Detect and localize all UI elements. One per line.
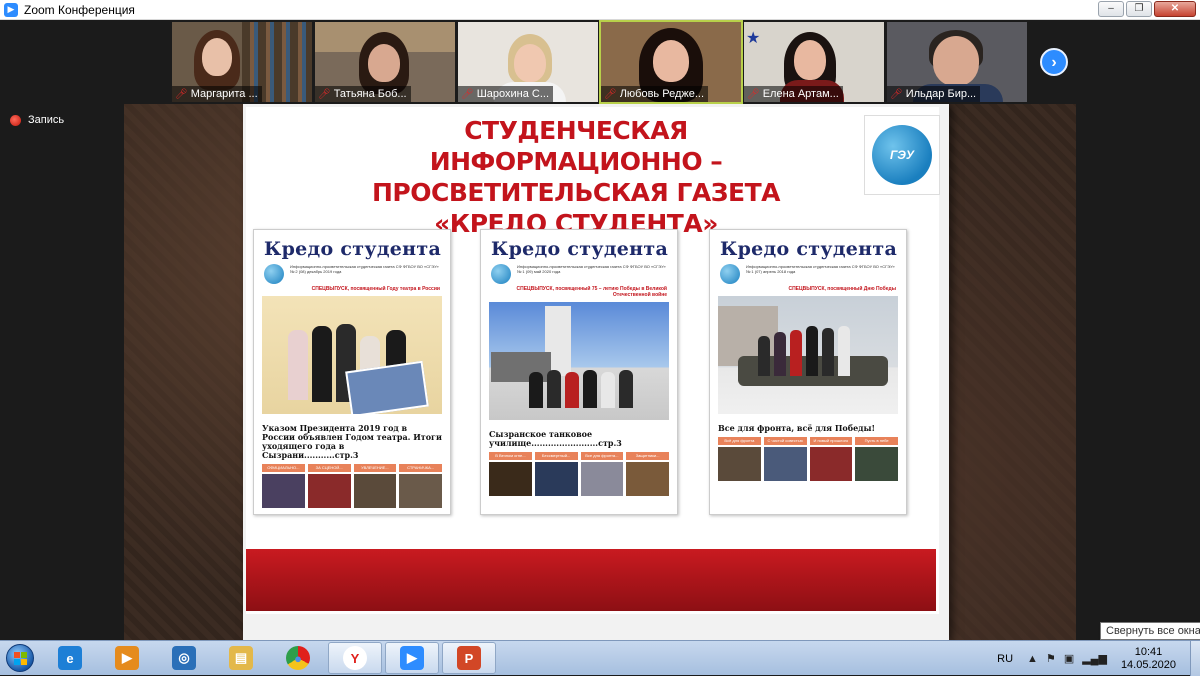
windows-logo-icon (6, 644, 34, 672)
participant-name: Шарохина С... (476, 88, 550, 100)
mic-off-icon: 🎤︎ (747, 88, 760, 100)
newspaper-masthead: Кредо студента (264, 238, 442, 260)
cover-photo (262, 296, 442, 414)
window-titlebar: ▶ Zoom Конференция – ❐ ✕ (0, 0, 1200, 20)
university-logo: ГЭУ (864, 115, 940, 195)
close-button[interactable]: ✕ (1154, 1, 1196, 17)
yandex-icon: Y (343, 646, 367, 670)
cover-photo (718, 296, 898, 414)
mic-off-icon: 🎤︎ (461, 88, 474, 100)
windows-taskbar: e ▶ ◎ ▤ ● Y ▶ P RU ▲ ⚑ ▣ ▂▄▆ 10:41 14.05… (0, 640, 1200, 676)
mini-logo-icon (720, 264, 740, 284)
participant-tile[interactable]: 🎤︎ Шарохина С... (458, 22, 598, 102)
mic-off-icon: 🎤︎ (175, 88, 188, 100)
window-title: Zoom Конференция (24, 2, 135, 17)
show-hidden-icons[interactable]: ▲ (1027, 653, 1038, 665)
presentation-slide: СТУДЕНЧЕСКАЯ ИНФОРМАЦИОННО – ПРОСВЕТИТЕЛ… (243, 104, 949, 640)
newspaper-masthead: Кредо студента (720, 238, 898, 260)
newspaper-cover: Кредо студента Информационно-просветител… (253, 229, 451, 515)
mic-off-icon: 🎤︎ (318, 88, 331, 100)
recording-label: Запись (28, 114, 65, 126)
window-controls: – ❐ ✕ (1098, 1, 1196, 17)
slide-red-bar (246, 549, 936, 611)
newspaper-cover: Кредо студента Информационно-просветител… (480, 229, 678, 515)
newspaper-masthead: Кредо студента (491, 238, 669, 260)
gallery-next-button[interactable]: › (1040, 48, 1068, 76)
flag-icon[interactable]: ⚑ (1046, 652, 1056, 665)
participant-name: Маргарита ... (190, 88, 258, 100)
clock[interactable]: 10:41 14.05.2020 (1121, 646, 1176, 672)
system-tray: RU ▲ ⚑ ▣ ▂▄▆ 10:41 14.05.2020 (997, 641, 1200, 676)
shared-screen: СТУДЕНЧЕСКАЯ ИНФОРМАЦИОННО – ПРОСВЕТИТЕЛ… (124, 104, 1076, 640)
media-player-icon: ▶ (115, 646, 139, 670)
signal-icon[interactable]: ▂▄▆ (1082, 652, 1107, 665)
language-indicator[interactable]: RU (997, 653, 1013, 665)
start-button[interactable] (0, 642, 40, 675)
show-desktop-button[interactable] (1190, 641, 1200, 676)
zoom-meeting-area: 🎤︎ Маргарита ... 🎤︎ Татьяна Боб... 🎤︎ Шарох… (0, 20, 1200, 640)
taskbar-app-chrome[interactable]: ● (271, 642, 325, 674)
zoom-icon: ▶ (400, 646, 424, 670)
network-app-icon: ◎ (172, 646, 196, 670)
tooltip: Свернуть все окна (1100, 622, 1200, 640)
taskbar-app-powerpoint[interactable]: P (442, 642, 496, 674)
taskbar-app-zoom[interactable]: ▶ (385, 642, 439, 674)
taskbar-app-internet-explorer[interactable]: e (43, 642, 97, 674)
taskbar-app-explorer[interactable]: ▤ (214, 642, 268, 674)
participant-tile[interactable]: ★ 🎤︎ Елена Артам... (744, 22, 884, 102)
powerpoint-icon: P (457, 646, 481, 670)
mini-logo-icon (264, 264, 284, 284)
minimize-button[interactable]: – (1098, 1, 1124, 17)
folder-icon: ▤ (229, 646, 253, 670)
recording-indicator[interactable]: Запись (10, 114, 64, 126)
zoom-app-icon: ▶ (4, 2, 18, 17)
mic-off-icon: 🎤︎ (604, 88, 617, 100)
mic-off-icon: 🎤︎ (890, 88, 903, 100)
cover-photo (489, 302, 669, 420)
star-icon: ★ (746, 30, 761, 47)
participant-name: Елена Артам... (762, 88, 839, 100)
monitor-icon[interactable]: ▣ (1064, 652, 1074, 665)
chrome-icon: ● (286, 646, 310, 670)
globe-icon: ГЭУ (872, 125, 932, 185)
participant-name: Ильдар Бир... (905, 88, 977, 100)
taskbar-app-network[interactable]: ◎ (157, 642, 211, 674)
participant-name: Любовь Редже... (619, 88, 705, 100)
maximize-button[interactable]: ❐ (1126, 1, 1152, 17)
participant-tile[interactable]: 🎤︎ Маргарита ... (172, 22, 312, 102)
participant-tile[interactable]: 🎤︎ Ильдар Бир... (887, 22, 1027, 102)
participant-name: Татьяна Боб... (333, 88, 407, 100)
taskbar-app-yandex[interactable]: Y (328, 642, 382, 674)
taskbar-app-media-player[interactable]: ▶ (100, 642, 154, 674)
mini-logo-icon (491, 264, 511, 284)
record-icon (10, 114, 21, 126)
slide-title: СТУДЕНЧЕСКАЯ ИНФОРМАЦИОННО – ПРОСВЕТИТЕЛ… (371, 116, 781, 238)
participant-tile[interactable]: 🎤︎ Татьяна Боб... (315, 22, 455, 102)
participant-tile-active[interactable]: 🎤︎ Любовь Редже... (599, 20, 743, 104)
internet-explorer-icon: e (58, 646, 82, 670)
participant-gallery: 🎤︎ Маргарита ... 🎤︎ Татьяна Боб... 🎤︎ Шарох… (172, 20, 1027, 104)
newspaper-cover: Кредо студента Информационно-просветител… (709, 229, 907, 515)
